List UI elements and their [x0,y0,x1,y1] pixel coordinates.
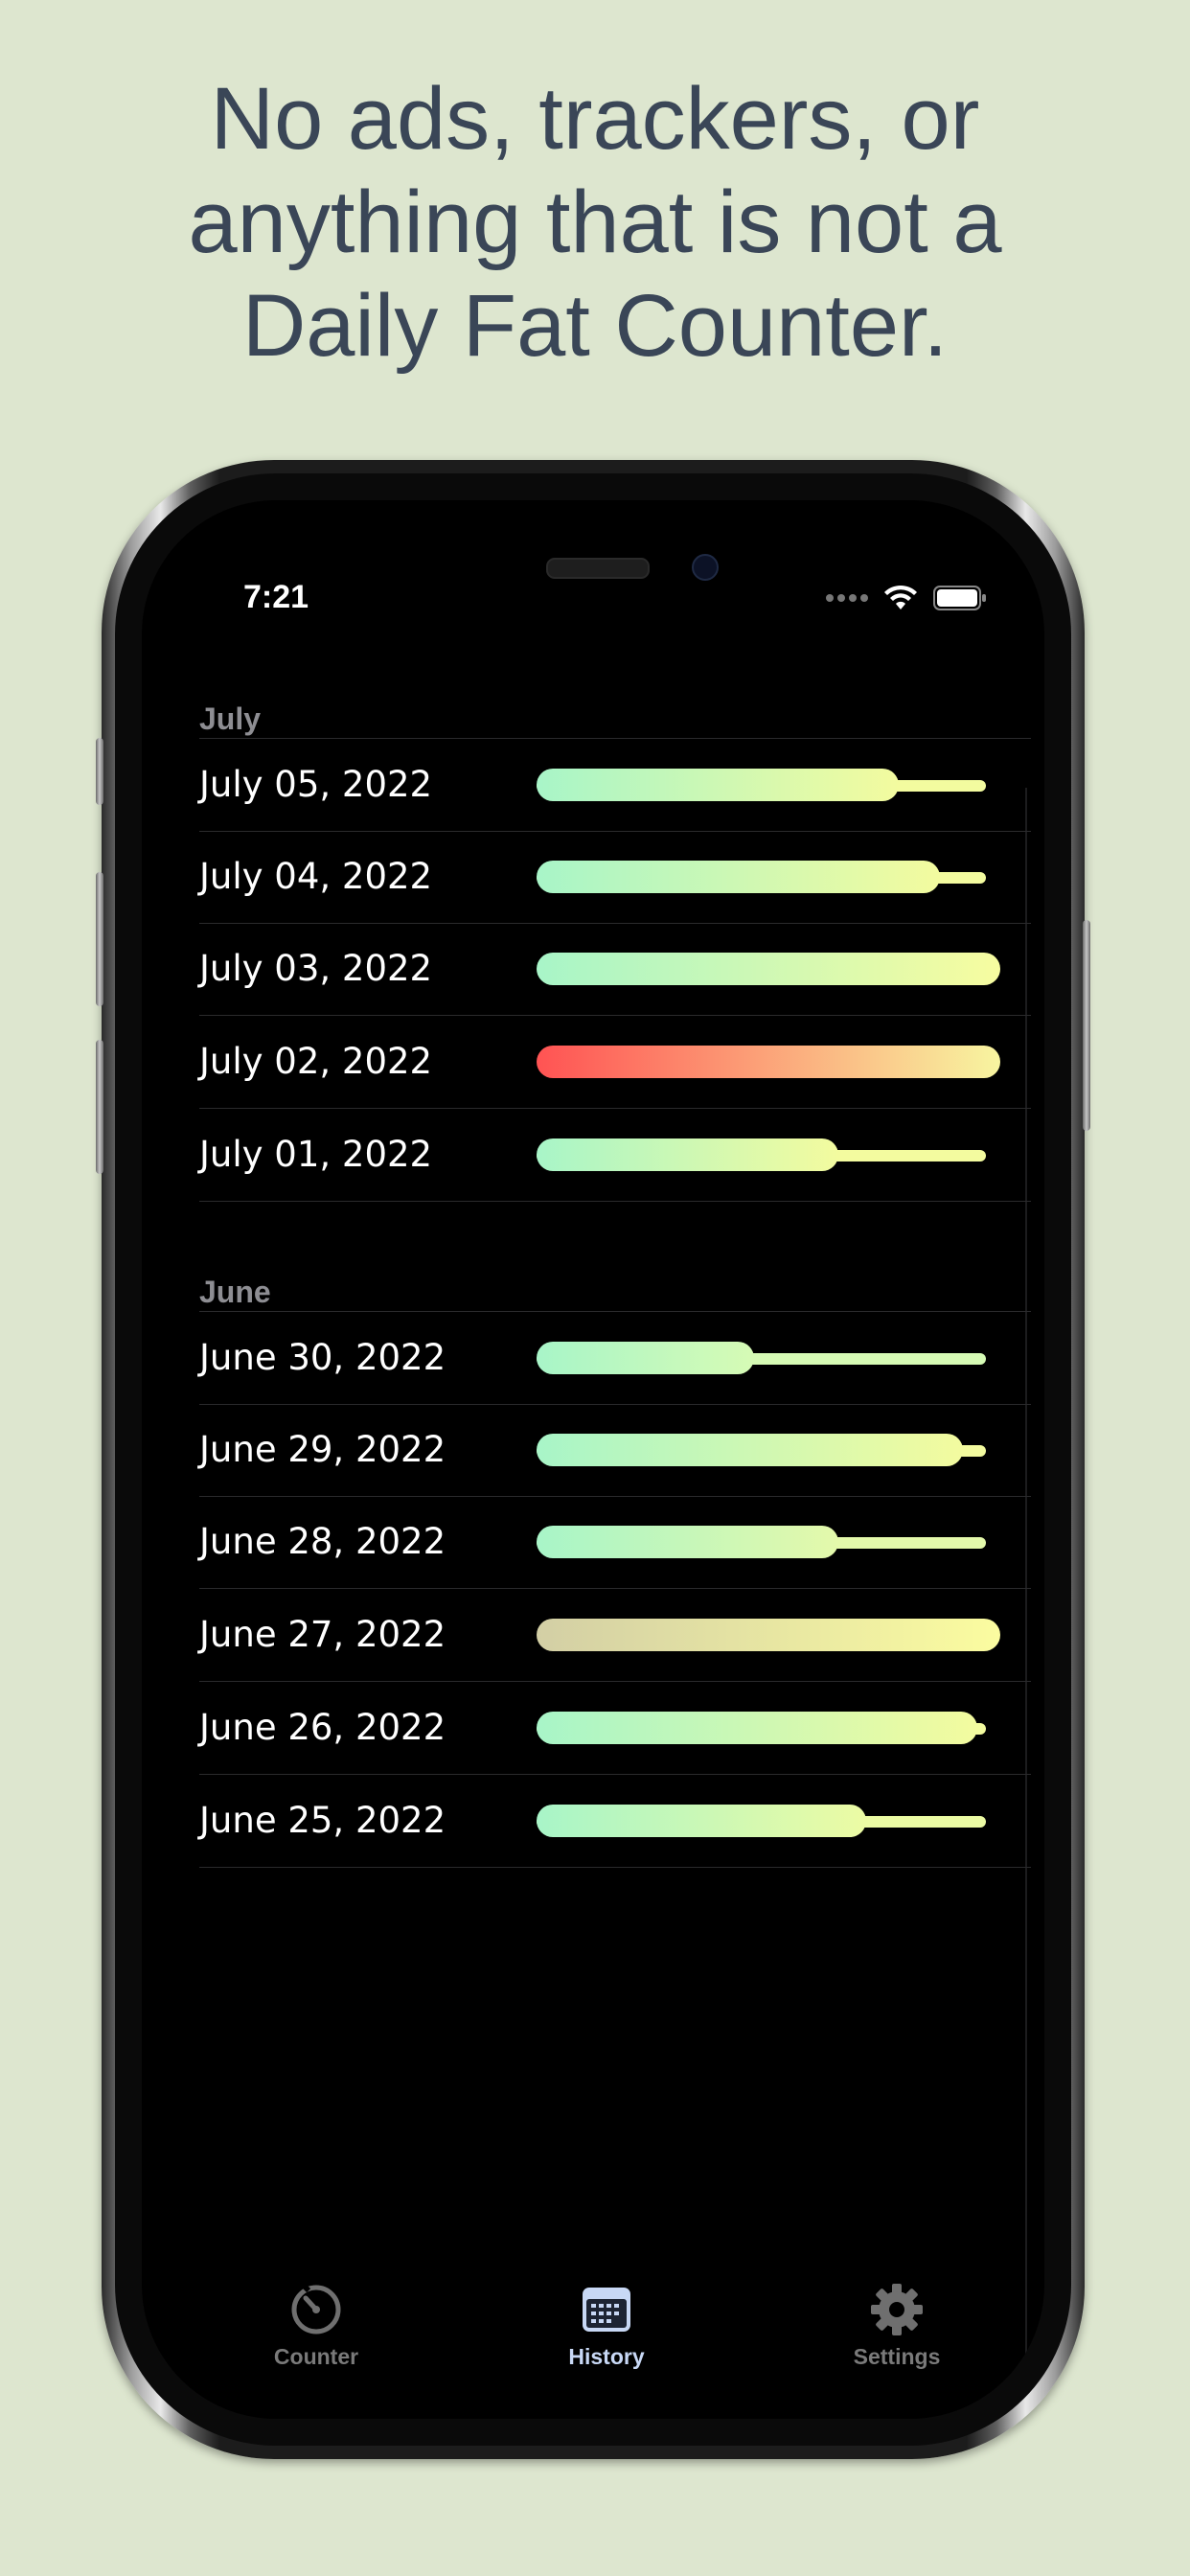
phone-screen: 7:21 July July 05, 2022 July 04, 2022 July … [142,500,1044,2419]
fat-progress-bar [537,1433,964,1466]
status-icons [826,585,987,611]
fat-progress-bar [537,769,899,801]
history-row[interactable]: June 28, 2022 [199,1496,1031,1590]
speaker-grille [546,558,650,579]
tab-history-label: History [568,2344,645,2369]
fat-progress-bar [537,1804,866,1837]
fat-progress-bar [537,1711,977,1744]
history-row[interactable]: June 27, 2022 [199,1589,1031,1683]
history-row-date: July 02, 2022 [199,1041,433,1083]
history-row[interactable]: June 26, 2022 [199,1682,1031,1775]
side-button [1083,920,1090,1131]
headline-line-2: anything that is not a [188,173,1002,271]
history-row-date: June 26, 2022 [199,1706,446,1748]
battery-icon [933,586,986,610]
history-row-date: July 01, 2022 [199,1133,433,1175]
fat-progress-bar [537,860,941,893]
signal-icon [826,594,868,602]
wifi-icon [884,585,917,610]
volume-up-button [96,872,103,1006]
history-row[interactable]: July 01, 2022 [199,1109,1031,1202]
history-row[interactable]: July 02, 2022 [199,1016,1031,1110]
history-row[interactable]: June 29, 2022 [199,1404,1031,1497]
history-row[interactable]: June 25, 2022 [199,1775,1031,1868]
history-row-date: June 27, 2022 [199,1614,446,1656]
history-row[interactable]: July 05, 2022 [199,738,1031,832]
history-row[interactable]: July 03, 2022 [199,923,1031,1017]
headline-line-3: Daily Fat Counter. [241,277,949,375]
history-row[interactable]: July 04, 2022 [199,831,1031,924]
tab-bar: Counter History Settings [142,2283,1044,2398]
tab-counter[interactable]: Counter [220,2283,412,2370]
fat-progress-bar [537,953,1000,986]
mute-switch [96,738,103,805]
gear-icon [871,2284,923,2335]
phone-frame: 7:21 July July 05, 2022 July 04, 2022 July … [96,460,1090,2459]
gauge-icon [291,2284,341,2334]
section-header: June [199,1275,271,1309]
calendar-icon [583,2288,630,2332]
fat-progress-bar [537,1526,838,1559]
history-row-date: June 29, 2022 [199,1428,446,1470]
history-row-date: June 25, 2022 [199,1799,446,1841]
history-row-date: July 05, 2022 [199,764,433,805]
section-header: July [199,702,262,736]
fat-progress-bar [537,1046,1000,1079]
history-row-date: July 04, 2022 [199,855,433,897]
history-row-date: June 28, 2022 [199,1521,446,1563]
history-row[interactable]: June 30, 2022 [199,1311,1031,1405]
camera-icon [692,554,719,581]
volume-down-button [96,1040,103,1174]
tab-settings[interactable]: Settings [801,2283,993,2370]
status-time: 7:21 [243,579,309,615]
tab-history[interactable]: History [511,2283,702,2370]
headline-line-1: No ads, trackers, or [210,70,980,168]
tab-settings-label: Settings [853,2344,941,2369]
headline: No ads, trackers, or anything that is no… [0,67,1190,378]
fat-progress-bar [537,1138,838,1171]
history-row-date: June 30, 2022 [199,1337,446,1378]
tab-counter-label: Counter [273,2344,359,2369]
fat-progress-bar [537,1619,1000,1652]
fat-progress-bar [537,1342,755,1374]
history-row-date: July 03, 2022 [199,948,433,990]
